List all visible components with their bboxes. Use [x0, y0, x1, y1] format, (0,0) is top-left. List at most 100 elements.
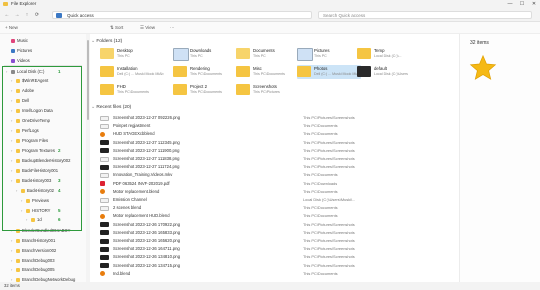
refresh-button[interactable]: ⟳ — [33, 11, 41, 19]
item-count: 32 items — [470, 40, 489, 46]
file-thumbnail-icon — [100, 172, 109, 178]
folder-name: Pictures — [314, 48, 330, 53]
view-button[interactable]: ☰ View — [140, 24, 155, 31]
recent-file-row[interactable]: Ind.blend This PC\Documents — [91, 270, 451, 278]
file-location: This PC\Pictures\Screenshots — [303, 246, 355, 252]
recent-file-row[interactable]: Screenshot 2023-12-27 112345.png This PC\… — [91, 139, 451, 147]
sidebar-item[interactable]: Videos — [0, 56, 86, 65]
folder-tile[interactable]: Desktop This PC — [100, 47, 164, 61]
sidebar-item[interactable]: › BranchHistory001 — [0, 236, 86, 245]
sidebar-item[interactable]: › BranchDebug003 — [0, 256, 86, 265]
file-location: This PC\Pictures\Screenshots — [303, 238, 355, 243]
recent-file-row[interactable]: Screenshot 2023-12-26 165620.png This PC\… — [91, 237, 451, 245]
sort-button[interactable]: ⇅ Sort — [110, 24, 123, 31]
sidebar-scroll-thumb[interactable] — [87, 40, 89, 120]
folder-tile[interactable]: FHD This PC\Documents — [100, 83, 164, 97]
file-name: Screenshot 2023-12-27 111724.png — [113, 164, 180, 170]
recent-file-row[interactable]: Emission Channel Local Disk (C:)\Users\Mu… — [91, 196, 451, 204]
folder-icon — [297, 48, 313, 61]
command-bar: + New ⇅ Sort ☰ View ··· — [0, 22, 540, 34]
folder-tile[interactable]: Downloads This PC — [173, 47, 237, 61]
minimize-button[interactable]: — — [504, 0, 516, 9]
recent-file-row[interactable]: Screenshot 2023-12-27 092226.png This PC\… — [91, 114, 451, 122]
folder-tile[interactable]: Pictures This PC — [297, 47, 361, 61]
folder-icon — [236, 84, 250, 95]
file-name: Motor replacement HUD.blend — [113, 213, 170, 219]
file-thumbnail-icon — [100, 238, 109, 244]
folder-tile[interactable]: Rendering This PC\Documents — [173, 65, 237, 79]
chevron-right-icon[interactable]: › — [11, 275, 12, 282]
chevron-right-icon[interactable]: › — [11, 265, 12, 274]
recent-file-row[interactable]: Screenshot 2023-12-27 111900.png This PC\… — [91, 147, 451, 155]
folder-tile[interactable]: default Local Disk (C:)\Users — [357, 65, 421, 79]
file-location: This PC\Documents — [303, 123, 338, 129]
sidebar-item[interactable]: Pictures — [0, 46, 86, 55]
title-bar: File Explorer — ☐ ✕ — [0, 0, 540, 9]
star-icon — [56, 13, 62, 18]
recent-file-row[interactable]: Screenshot 2023-12-27 111724.png This PC\… — [91, 163, 451, 171]
recent-file-row[interactable]: Screenshot 2023-12-26 134810.png This PC\… — [91, 253, 451, 261]
recent-file-row[interactable]: Motor replacement.blend This PC\Documents — [91, 188, 451, 196]
folder-tile[interactable]: Project 2 This PC\Documents — [173, 83, 237, 97]
recent-file-row[interactable]: Innovation_Training.Videos.mkv This PC\Do… — [91, 171, 451, 179]
new-button[interactable]: + New — [5, 24, 18, 31]
chevron-right-icon[interactable]: › — [11, 246, 12, 255]
up-button[interactable]: ↑ — [23, 11, 31, 19]
forward-button[interactable]: → — [13, 11, 21, 19]
folder-tile[interactable]: Photos Dell (C:) ... Muski Mook MiAb — [297, 65, 361, 79]
chevron-right-icon[interactable]: › — [11, 236, 12, 245]
file-name: Screenshot 2023-12-26 165620.png — [113, 238, 181, 243]
folder-name: Misc — [253, 66, 262, 71]
file-thumbnail-icon — [100, 254, 109, 260]
folder-tile[interactable]: Documents This PC — [236, 47, 300, 61]
file-thumbnail-icon — [100, 148, 109, 154]
folder-tile[interactable]: Temp Local Disk (C:)\... — [357, 47, 421, 61]
more-options-button[interactable]: ··· — [170, 24, 175, 31]
folder-tile[interactable]: Screenshots This PC\Pictures — [236, 83, 300, 97]
recent-file-row[interactable]: Motor replacement HUD.blend This PC\Docum… — [91, 212, 451, 220]
file-name: Emission Channel — [113, 197, 147, 202]
folder-name: FHD — [117, 84, 126, 89]
folder-tile[interactable]: Installation Dell (C:) ... Muski Mook MiA… — [100, 65, 164, 79]
file-name: Screenshot 2023-12-27 092226.png — [113, 115, 181, 120]
recent-file-row[interactable]: Screenshot 2023-12-26 134715.png This PC\… — [91, 262, 451, 270]
sidebar-item[interactable]: Music — [0, 36, 86, 45]
window-title: File Explorer — [11, 1, 37, 6]
recent-file-row[interactable]: Screenshot 2023-12-26 164711.png This PC\… — [91, 245, 451, 253]
sidebar-item[interactable]: › BranchDebugNetworkDebug — [0, 275, 86, 282]
folders-section-header[interactable]: ⌄ Folders (12) — [91, 38, 451, 45]
chevron-right-icon[interactable]: › — [11, 256, 12, 265]
folder-icon — [236, 66, 250, 77]
close-button[interactable]: ✕ — [528, 0, 540, 9]
details-pane: 32 items — [459, 34, 540, 282]
folder-name: Documents — [253, 48, 275, 53]
folder-location: Local Disk (C:)\... — [374, 54, 402, 58]
folder-name: Screenshots — [253, 84, 277, 89]
folder-location: This PC — [190, 54, 203, 58]
folder-icon — [357, 66, 371, 77]
recent-file-row[interactable]: PDF 063524 INVF-202019.pdf This PC\Downlo… — [91, 180, 451, 188]
blender-file-icon — [100, 213, 105, 219]
recent-file-row[interactable]: Screenshot 2023-12-26 170922.png This PC\… — [91, 221, 451, 229]
recent-files-section-header[interactable]: ⌄ Recent files (20) — [91, 104, 451, 111]
recent-file-row[interactable]: HUD STAGEXcbblend This PC\Documents — [91, 130, 451, 138]
maximize-button[interactable]: ☐ — [516, 0, 528, 9]
recent-file-row[interactable]: Poinpet regjastment This PC\Documents — [91, 122, 451, 130]
file-name: Innovation_Training.Videos.mkv — [113, 172, 173, 178]
recent-file-row[interactable]: 2 scenes blend This PC\Documents — [91, 204, 451, 212]
sidebar-item[interactable]: › BranchDebug005 — [0, 265, 86, 274]
recent-file-row[interactable]: Screenshot 2023-12-27 111838.png This PC\… — [91, 155, 451, 163]
folder-location: Dell (C:) ... Muski Mook MiAb — [314, 72, 361, 76]
back-button[interactable]: ← — [3, 11, 11, 19]
folder-name: Downloads — [190, 48, 212, 53]
folder-icon — [100, 48, 114, 59]
folder-tile[interactable]: Misc This PC\Documents — [236, 65, 300, 79]
blender-file-icon — [100, 189, 105, 195]
recent-file-row[interactable]: Screenshot 2023-12-26 165833.png This PC\… — [91, 229, 451, 237]
folder-icon — [173, 48, 189, 61]
sidebar-item[interactable]: › BranchVersion002 — [0, 246, 86, 255]
folder-location: This PC — [253, 54, 266, 58]
address-bar[interactable]: Quick access — [52, 11, 312, 19]
search-input[interactable]: Search Quick access — [318, 11, 532, 19]
folder-name: Project 2 — [190, 84, 207, 89]
